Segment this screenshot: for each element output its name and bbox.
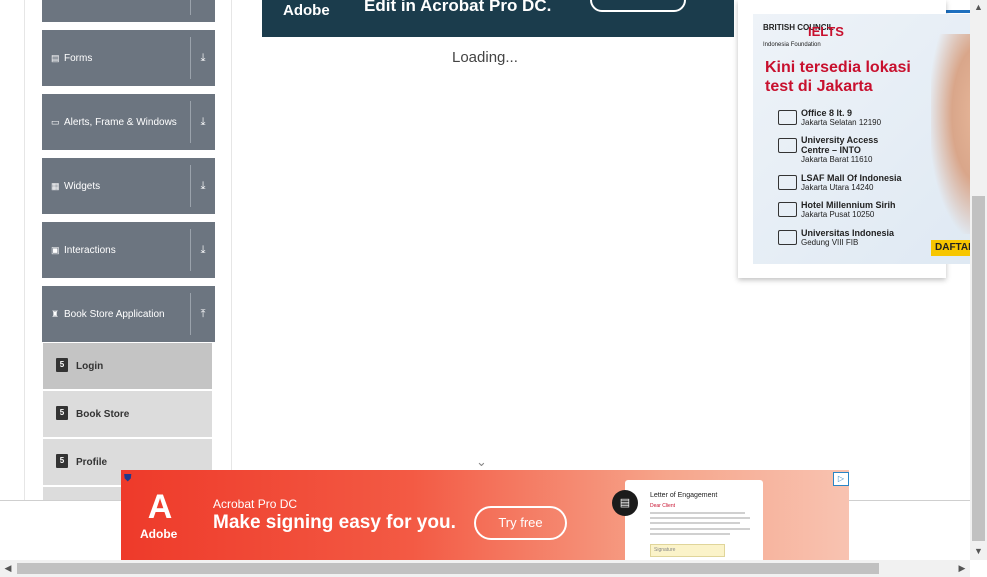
text-line [650,517,750,519]
document-preview: Letter of Engagement Dear Client Signatu… [625,480,763,560]
horizontal-scroll-thumb[interactable] [17,563,879,574]
sidebar-group-interactions[interactable]: ▣ Interactions ⤓ [42,222,215,278]
loading-text: Loading... [452,49,518,66]
grid-icon: ▦ [51,180,60,191]
sidebar-group-forms[interactable]: ▤ Forms ⤓ [42,30,215,86]
location-name: LSAF Mall Of Indonesia [801,173,902,183]
separator [190,0,191,15]
headline-line: Kini tersedia lokasi [765,59,911,76]
daftar-button[interactable]: DAFTAR [931,240,970,256]
expand-icon[interactable]: ⤓ [195,158,211,214]
foundation-text: Indonesia Foundation [763,42,821,48]
doc-title: Letter of Engagement [650,492,718,499]
expand-icon[interactable]: ⤓ [195,94,211,150]
group-label: Forms [64,52,93,64]
doc-salutation: Dear Client [650,503,676,509]
window-icon: ▭ [51,116,60,127]
ielts-ad[interactable]: BRITISH COUNCIL IELTS Indonesia Foundati… [738,0,970,278]
ielts-logo: IELTS [808,24,844,39]
location-item: Hotel Millennium Sirih Jakarta Pusat 102… [801,200,896,220]
group-label: Widgets [64,180,101,192]
text-line [650,533,730,535]
location-item: LSAF Mall Of Indonesia Jakarta Utara 142… [801,173,902,193]
shield-icon[interactable]: ⛊ [124,473,136,485]
ad-headline: Make signing easy for you. [213,512,456,533]
top-ad-banner[interactable]: Adobe Edit in Acrobat Pro DC. [262,0,734,37]
text-line [650,512,745,514]
location-detail: Gedung VIII FIB [801,238,859,247]
sidebar-group-alerts[interactable]: ▭ Alerts, Frame & Windows ⤓ [42,94,215,150]
html5-icon: 5 [56,358,68,372]
form-icon: ▤ [51,52,60,63]
scroll-left-icon[interactable]: ◀ [2,562,14,575]
sidebar-group-widgets[interactable]: ▦ Widgets ⤓ [42,158,215,214]
ad-content: BRITISH COUNCIL IELTS Indonesia Foundati… [753,14,970,264]
location-item: Universitas Indonesia Gedung VIII FIB [801,228,894,248]
location-detail: Jakarta Utara 14240 [801,183,874,192]
adchoices-icon[interactable]: ▷ [833,472,849,486]
location-name: Office 8 lt. 9 [801,108,853,118]
html5-icon: 5 [56,406,68,420]
headline-line: test di Jakarta [765,78,873,95]
expand-icon[interactable]: ⤓ [195,30,211,86]
interactions-icon: ▣ [51,244,60,255]
separator [190,37,191,79]
separator [190,101,191,143]
document-icon: ▤ [612,490,638,516]
location-name: Hotel Millennium Sirih [801,200,896,210]
center-divider [231,0,232,500]
computer-icon [778,138,797,153]
html5-icon: 5 [56,454,68,468]
document-icon [778,202,797,217]
group-label: Book Store Application [64,308,165,320]
location-name: Centre – INTO [801,145,861,155]
group-label: Alerts, Frame & Windows [64,116,177,128]
left-divider [24,0,25,500]
scroll-up-icon[interactable]: ▲ [972,0,985,14]
ad-button[interactable] [590,0,686,12]
sidebar-group-bookstore[interactable]: ♜ Book Store Application ⤒ [42,286,215,342]
location-detail: Jakarta Barat 11610 [801,155,873,164]
signature-field: Signature [650,544,725,557]
acrobat-ad[interactable]: ⛊ ▷ A Adobe Acrobat Pro DC Make signing … [121,470,849,560]
expand-icon[interactable]: ⤓ [195,222,211,278]
person-image [931,34,970,234]
sidebar-item-label: Profile [76,456,108,468]
computer-icon [778,110,797,125]
bookstore-icon: ♜ [51,308,60,319]
separator [190,293,191,335]
location-item: University Access Centre – INTO Jakarta … [801,135,878,165]
location-name: Universitas Indonesia [801,228,895,238]
chevron-down-icon[interactable]: ⌄ [476,454,487,470]
adobe-logo-icon: A [147,488,173,526]
scroll-right-icon[interactable]: ▶ [956,562,968,575]
sidebar-item-login[interactable]: 5 Login [43,343,212,391]
location-detail: Jakarta Pusat 10250 [801,210,875,219]
ad-headline: Kini tersedia lokasi test di Jakarta [765,58,911,96]
adobe-wordmark: Adobe [140,527,178,541]
sidebar-item-book-store[interactable]: 5 Book Store [43,391,212,439]
computer-icon [778,230,797,245]
separator [190,165,191,207]
scroll-down-icon[interactable]: ▼ [972,544,985,558]
location-detail: Jakarta Selatan 12190 [801,118,882,127]
computer-icon [778,175,797,190]
text-line [650,528,750,530]
location-item: Office 8 lt. 9 Jakarta Selatan 12190 [801,108,881,128]
ad-subtitle: Acrobat Pro DC [213,497,298,511]
group-label: Interactions [64,244,116,256]
adobe-logo: Adobe [283,2,330,19]
separator [190,229,191,271]
location-name: University Access [801,135,879,145]
sidebar-item-label: Book Store [76,408,130,420]
accent-line [946,10,970,13]
try-free-button[interactable]: Try free [474,506,567,540]
text-line [650,522,740,524]
collapse-icon[interactable]: ⤒ [195,286,211,342]
sidebar-item-label: Login [76,360,104,372]
vertical-scroll-thumb[interactable] [972,196,985,541]
sidebar-group-elements[interactable] [42,0,215,22]
ad-headline: Edit in Acrobat Pro DC. [364,0,552,15]
